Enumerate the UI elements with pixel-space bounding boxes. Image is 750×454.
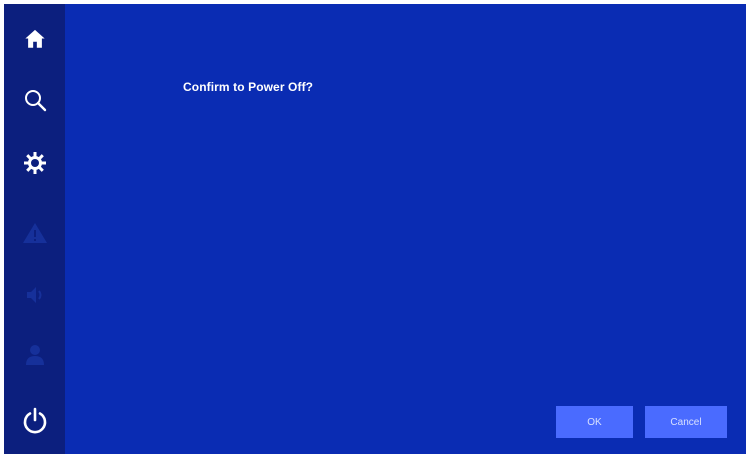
confirm-message: Confirm to Power Off? (183, 80, 314, 94)
power-icon (22, 407, 48, 435)
cancel-button[interactable]: Cancel (645, 406, 727, 438)
sidebar-item-audio[interactable] (4, 266, 65, 324)
ok-button[interactable]: OK (556, 406, 633, 438)
gear-icon (23, 151, 47, 175)
power-off-screen: Confirm to Power Off? OK Cancel (4, 4, 746, 454)
sidebar-item-alarm[interactable] (4, 204, 65, 262)
search-icon (23, 88, 47, 112)
warning-icon (22, 221, 48, 245)
home-icon (24, 28, 46, 50)
sidebar-item-user[interactable] (4, 326, 65, 384)
sidebar (4, 4, 65, 454)
speaker-icon (24, 284, 46, 306)
sidebar-item-home[interactable] (4, 10, 65, 68)
sidebar-item-settings[interactable] (4, 134, 65, 192)
user-icon (24, 343, 46, 367)
sidebar-item-search[interactable] (4, 71, 65, 129)
main-panel: Confirm to Power Off? OK Cancel (65, 4, 746, 454)
sidebar-item-power[interactable] (4, 392, 65, 450)
